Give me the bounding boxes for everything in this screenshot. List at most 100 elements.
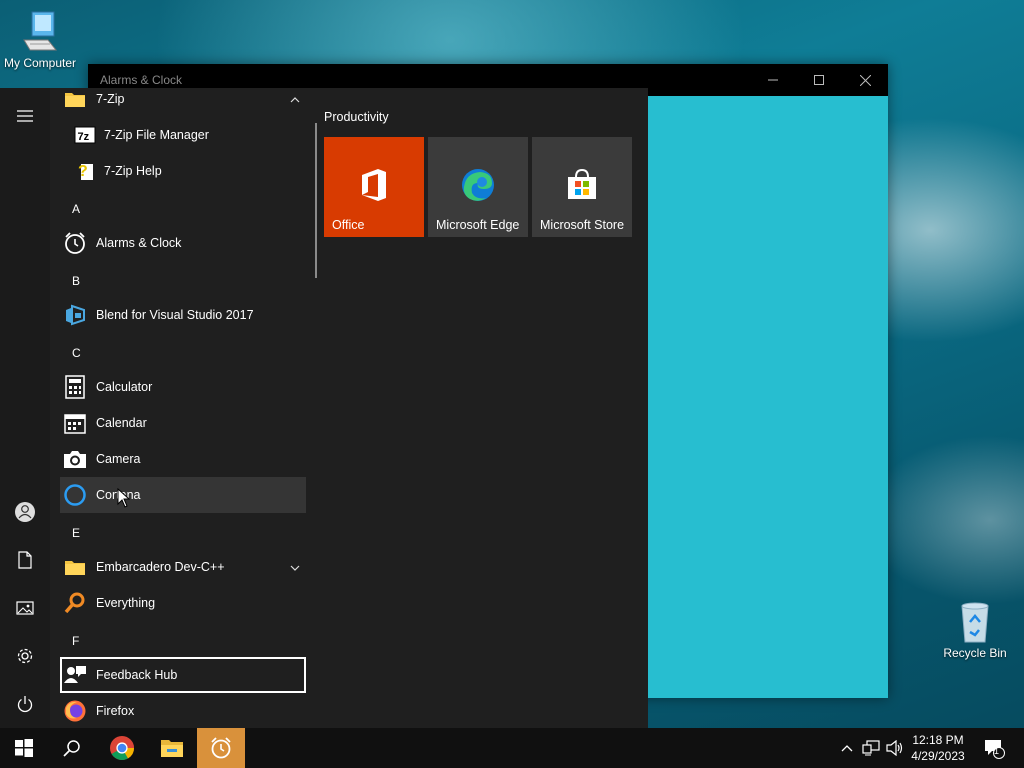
app-calendar[interactable]: Calendar	[60, 405, 306, 441]
section-letter[interactable]: C	[72, 346, 81, 360]
tile-microsoft-store[interactable]: Microsoft Store	[532, 137, 632, 237]
app-label: 7-Zip Help	[104, 164, 162, 178]
chevron-down-icon	[290, 560, 300, 574]
chevron-up-icon	[841, 745, 853, 752]
tile-office[interactable]: Office	[324, 137, 424, 237]
taskbar-file-explorer[interactable]	[148, 728, 196, 768]
camera-icon	[63, 447, 87, 471]
power-button[interactable]	[0, 684, 50, 724]
section-letter[interactable]: B	[72, 274, 80, 288]
notification-count: 1	[994, 746, 1000, 756]
tiles-group-title: Productivity	[324, 110, 389, 124]
minimize-button[interactable]	[750, 64, 796, 96]
menu-icon	[17, 110, 33, 122]
calculator-icon	[63, 375, 87, 399]
app-label: Firefox	[96, 704, 135, 718]
documents-icon	[18, 551, 32, 569]
section-letter[interactable]: A	[72, 202, 80, 216]
app-label: Calculator	[96, 380, 153, 394]
documents-button[interactable]	[0, 540, 50, 580]
tile-microsoft-edge[interactable]: Microsoft Edge	[428, 137, 528, 237]
app-cortana[interactable]: Cortana	[60, 477, 306, 513]
show-hidden-icons-button[interactable]	[838, 728, 856, 768]
pictures-icon	[16, 601, 34, 615]
computer-icon	[18, 10, 62, 54]
app-blend-vs2017[interactable]: Blend for Visual Studio 2017	[60, 297, 306, 333]
app-folder-7zip[interactable]: 7-Zip	[60, 88, 306, 117]
maximize-icon	[814, 75, 824, 85]
pictures-button[interactable]	[0, 588, 50, 628]
taskbar-chrome[interactable]	[98, 728, 146, 768]
start-icon	[15, 739, 33, 757]
section-letter[interactable]: F	[72, 634, 79, 648]
app-camera[interactable]: Camera	[60, 441, 306, 477]
app-firefox[interactable]: Firefox	[60, 693, 306, 728]
taskbar: 12:18 PM 4/29/2023 1	[0, 728, 1024, 768]
blend-icon	[63, 303, 87, 327]
app-label: Everything	[96, 596, 156, 610]
window-title: Alarms & Clock	[100, 73, 183, 87]
network-button[interactable]	[860, 728, 882, 768]
maximize-button[interactable]	[796, 64, 842, 96]
recycle-bin-icon	[953, 600, 997, 644]
app-label: Feedback Hub	[96, 668, 178, 682]
calendar-icon	[63, 411, 87, 435]
app-feedback-hub[interactable]: Feedback Hub	[60, 657, 306, 693]
app-label: Alarms & Clock	[96, 236, 182, 250]
start-rail	[0, 88, 50, 728]
desktop-icon-recycle-bin[interactable]: Recycle Bin	[935, 600, 1015, 660]
store-icon	[564, 167, 600, 203]
office-icon	[356, 167, 392, 203]
app-7zip-help[interactable]: ? 7-Zip Help	[60, 153, 306, 189]
app-7zip-file-manager[interactable]: 7z 7-Zip File Manager	[60, 117, 306, 153]
minimize-icon	[768, 79, 778, 81]
mouse-cursor-icon	[117, 487, 131, 511]
svg-text:7z: 7z	[78, 131, 90, 143]
start-button[interactable]	[0, 728, 48, 768]
tile-label: Office	[332, 218, 365, 232]
app-label: Blend for Visual Studio 2017	[96, 308, 254, 322]
app-everything[interactable]: Everything	[60, 585, 306, 621]
chrome-icon	[110, 736, 134, 761]
chevron-up-icon	[290, 92, 300, 106]
app-label: Embarcadero Dev-C++	[96, 560, 225, 574]
tile-label: Microsoft Store	[540, 218, 625, 232]
desktop-icon-label: My Computer	[3, 56, 77, 70]
cortana-icon	[63, 483, 87, 507]
search-icon	[63, 740, 80, 757]
feedback-hub-icon	[63, 663, 87, 687]
clock-time: 12:18 PM	[912, 733, 964, 747]
alarm-clock-icon	[63, 231, 87, 255]
power-icon	[17, 696, 33, 713]
app-list[interactable]: 7-Zip 7z 7-Zip File Manager ? 7-Zip Help…	[60, 88, 306, 728]
close-button[interactable]	[842, 64, 888, 96]
app-calculator[interactable]: Calculator	[60, 369, 306, 405]
search-button[interactable]	[48, 728, 96, 768]
section-letter[interactable]: E	[72, 526, 80, 540]
alarms-clock-icon	[211, 737, 231, 759]
help-icon: ?	[73, 159, 97, 183]
edge-icon	[460, 167, 496, 203]
7zip-icon: 7z	[73, 123, 97, 147]
app-alarms-clock[interactable]: Alarms & Clock	[60, 225, 306, 261]
tile-label: Microsoft Edge	[436, 218, 520, 232]
svg-text:?: ?	[78, 163, 88, 180]
action-center-button[interactable]: 1	[980, 728, 1008, 768]
taskbar-alarms-clock[interactable]	[197, 728, 245, 768]
start-menu: 7-Zip 7z 7-Zip File Manager ? 7-Zip Help…	[0, 88, 648, 728]
file-explorer-icon	[161, 740, 183, 757]
app-label: Camera	[96, 452, 141, 466]
settings-button[interactable]	[0, 636, 50, 676]
app-label: 7-Zip File Manager	[104, 128, 209, 142]
app-list-scrollbar[interactable]	[315, 123, 317, 278]
account-button[interactable]	[0, 492, 50, 532]
expand-menu-button[interactable]	[0, 96, 50, 136]
app-label: Calendar	[96, 416, 147, 430]
user-icon	[15, 502, 35, 522]
clock[interactable]: 12:18 PM 4/29/2023	[902, 732, 974, 764]
settings-icon	[17, 648, 33, 664]
desktop-icon-my-computer[interactable]: My Computer	[0, 10, 80, 70]
folder-icon	[63, 88, 87, 111]
folder-icon	[63, 555, 87, 579]
app-folder-embarcadero[interactable]: Embarcadero Dev-C++	[60, 549, 306, 585]
